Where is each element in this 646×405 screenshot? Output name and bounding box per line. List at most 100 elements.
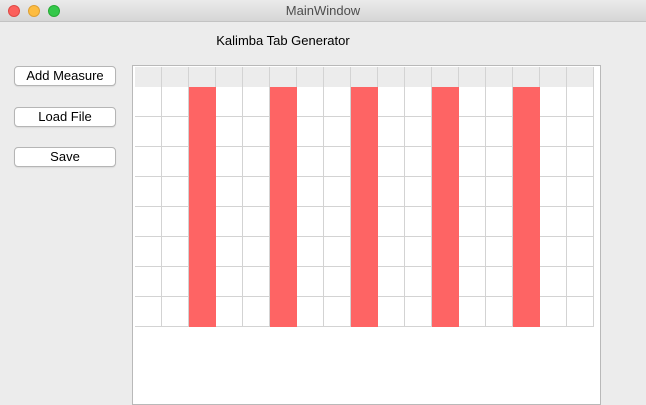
grid-cell[interactable] (162, 267, 189, 297)
grid-cell[interactable] (135, 87, 162, 117)
grid-cell-active[interactable] (513, 297, 540, 327)
grid-cell[interactable] (216, 237, 243, 267)
grid-cell-active[interactable] (270, 87, 297, 117)
grid-cell[interactable] (405, 117, 432, 147)
grid-cell[interactable] (459, 267, 486, 297)
grid-cell[interactable] (378, 117, 405, 147)
grid-cell[interactable] (540, 297, 567, 327)
grid-cell[interactable] (540, 87, 567, 117)
grid-cell[interactable] (324, 297, 351, 327)
grid-cell[interactable] (243, 237, 270, 267)
grid-cell-active[interactable] (351, 147, 378, 177)
grid-cell[interactable] (216, 267, 243, 297)
grid-cell[interactable] (162, 147, 189, 177)
grid-cell[interactable] (459, 87, 486, 117)
add-measure-button[interactable]: Add Measure (14, 66, 116, 86)
grid-cell-active[interactable] (432, 267, 459, 297)
grid-cell[interactable] (567, 147, 594, 177)
grid-cell[interactable] (324, 87, 351, 117)
grid-cell[interactable] (297, 87, 324, 117)
grid-cell[interactable] (324, 207, 351, 237)
grid-cell-active[interactable] (270, 117, 297, 147)
grid-cell-active[interactable] (432, 147, 459, 177)
grid-cell[interactable] (567, 237, 594, 267)
grid-cell[interactable] (297, 297, 324, 327)
grid-cell-active[interactable] (351, 87, 378, 117)
grid-cell-active[interactable] (513, 267, 540, 297)
grid-cell[interactable] (324, 177, 351, 207)
grid-cell[interactable] (567, 177, 594, 207)
grid-cell-active[interactable] (351, 237, 378, 267)
grid-cell[interactable] (459, 237, 486, 267)
grid-cell[interactable] (378, 147, 405, 177)
grid-cell[interactable] (405, 237, 432, 267)
grid-cell[interactable] (216, 207, 243, 237)
grid-cell-active[interactable] (513, 117, 540, 147)
grid-cell-active[interactable] (432, 207, 459, 237)
grid-cell[interactable] (216, 177, 243, 207)
grid-cell[interactable] (162, 87, 189, 117)
grid-cell-active[interactable] (513, 147, 540, 177)
grid-cell[interactable] (459, 117, 486, 147)
grid-cell-active[interactable] (270, 297, 297, 327)
load-file-button[interactable]: Load File (14, 107, 116, 127)
grid-cell[interactable] (243, 207, 270, 237)
grid-cell-active[interactable] (270, 177, 297, 207)
grid-cell[interactable] (297, 267, 324, 297)
grid-cell[interactable] (486, 117, 513, 147)
grid-cell-active[interactable] (189, 207, 216, 237)
grid-cell[interactable] (540, 117, 567, 147)
grid-cell[interactable] (243, 117, 270, 147)
grid-cell[interactable] (162, 177, 189, 207)
grid-cell-active[interactable] (270, 267, 297, 297)
grid-cell-active[interactable] (432, 177, 459, 207)
grid-cell[interactable] (540, 177, 567, 207)
grid-cell-active[interactable] (189, 117, 216, 147)
grid-cell[interactable] (378, 267, 405, 297)
grid-cell[interactable] (216, 87, 243, 117)
grid-cell[interactable] (459, 147, 486, 177)
grid-cell[interactable] (486, 207, 513, 237)
grid-cell[interactable] (216, 117, 243, 147)
grid-cell[interactable] (486, 297, 513, 327)
grid-cell[interactable] (567, 117, 594, 147)
grid-cell[interactable] (567, 207, 594, 237)
grid-cell[interactable] (540, 207, 567, 237)
grid-cell-active[interactable] (351, 177, 378, 207)
grid-cell[interactable] (243, 87, 270, 117)
grid-cell[interactable] (378, 87, 405, 117)
grid-cell-active[interactable] (351, 267, 378, 297)
grid-cell[interactable] (486, 267, 513, 297)
grid-cell[interactable] (243, 267, 270, 297)
grid-cell-active[interactable] (189, 237, 216, 267)
grid-cell[interactable] (135, 177, 162, 207)
grid-cell[interactable] (135, 297, 162, 327)
grid-cell[interactable] (324, 147, 351, 177)
grid-cell[interactable] (243, 297, 270, 327)
grid-cell-active[interactable] (351, 117, 378, 147)
grid-cell[interactable] (216, 147, 243, 177)
grid-cell[interactable] (486, 147, 513, 177)
grid-cell[interactable] (486, 237, 513, 267)
grid-cell-active[interactable] (513, 237, 540, 267)
grid-cell-active[interactable] (513, 177, 540, 207)
grid-cell-active[interactable] (432, 87, 459, 117)
save-button[interactable]: Save (14, 147, 116, 167)
grid-cell[interactable] (162, 207, 189, 237)
grid-cell[interactable] (297, 147, 324, 177)
grid-cell[interactable] (324, 267, 351, 297)
grid-cell-active[interactable] (270, 237, 297, 267)
grid-cell[interactable] (405, 267, 432, 297)
grid-cell[interactable] (135, 207, 162, 237)
grid-cell[interactable] (405, 147, 432, 177)
grid-cell-active[interactable] (432, 237, 459, 267)
grid-cell[interactable] (135, 237, 162, 267)
grid-cell[interactable] (162, 237, 189, 267)
grid-cell-active[interactable] (351, 207, 378, 237)
grid-cell[interactable] (459, 207, 486, 237)
grid-cell[interactable] (162, 297, 189, 327)
grid-cell[interactable] (216, 297, 243, 327)
grid-cell[interactable] (540, 147, 567, 177)
grid-cell-active[interactable] (513, 87, 540, 117)
grid-cell-active[interactable] (432, 297, 459, 327)
